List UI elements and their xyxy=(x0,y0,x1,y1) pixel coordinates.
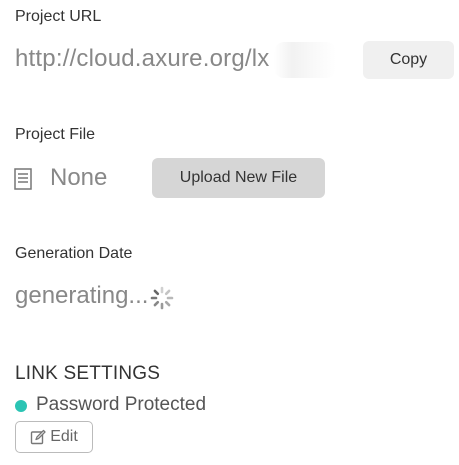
project-file-label: Project File xyxy=(15,126,96,143)
password-status-dot xyxy=(15,400,27,412)
generation-date-label: Generation Date xyxy=(15,245,133,262)
edit-icon xyxy=(31,429,46,445)
url-obscured-overlay xyxy=(274,42,336,78)
upload-new-file-button[interactable]: Upload New File xyxy=(152,158,325,198)
project-url-label: Project URL xyxy=(15,8,102,25)
project-settings-panel: Project URL http://cloud.axure.org/lx Co… xyxy=(0,0,459,465)
file-icon xyxy=(14,168,32,190)
copy-url-button[interactable]: Copy xyxy=(363,41,454,79)
link-settings-heading: LINK SETTINGS xyxy=(15,363,161,384)
edit-link-settings-button[interactable]: Edit xyxy=(15,421,93,453)
loading-spinner-icon xyxy=(150,286,174,310)
edit-button-label: Edit xyxy=(50,428,78,445)
password-status-text: Password Protected xyxy=(36,394,207,415)
generation-date-value: generating... xyxy=(15,282,149,309)
project-file-value: None xyxy=(50,164,108,191)
